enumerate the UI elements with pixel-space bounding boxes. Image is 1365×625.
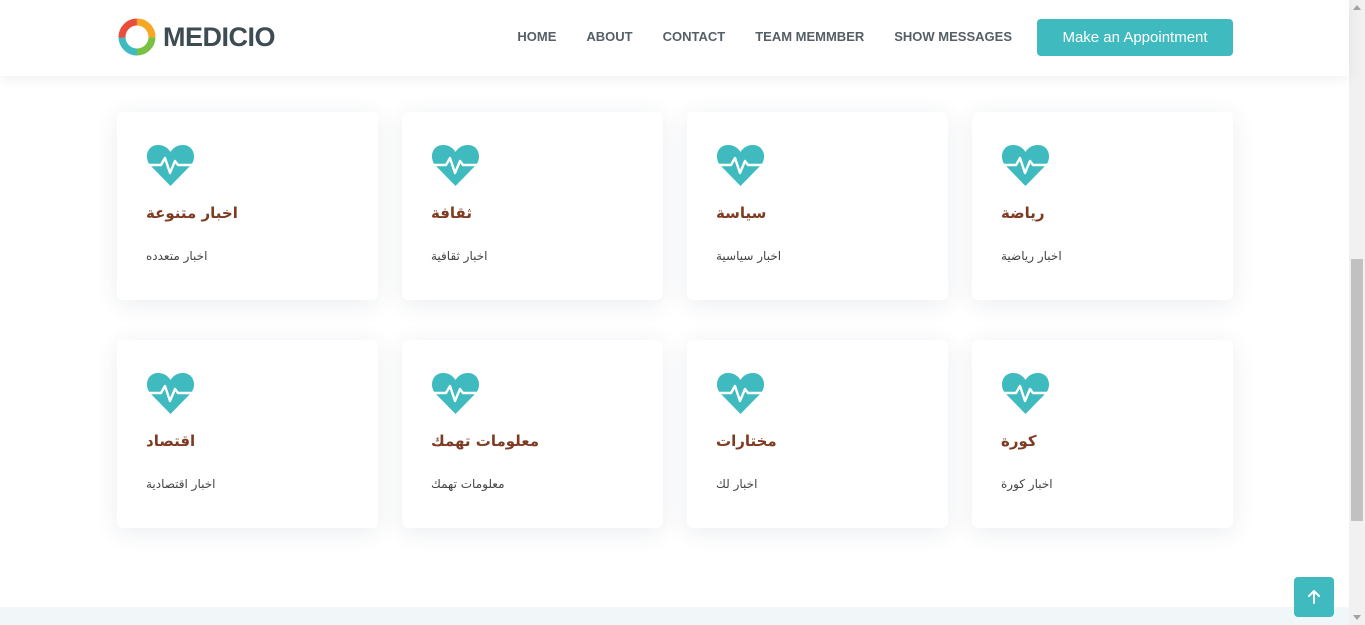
card-description: معلومات تهمك: [431, 477, 505, 491]
category-card[interactable]: مختارات اخبار لك: [687, 340, 948, 528]
scrollbar-thumb[interactable]: [1351, 259, 1363, 521]
card-description: اخبار ثقافية: [431, 249, 488, 263]
card-description: اخبار لك: [716, 477, 758, 491]
scrollbar-down-arrow-icon[interactable]: [1353, 615, 1361, 620]
logo-ring-icon: [118, 18, 156, 56]
category-card[interactable]: رياضة اخبار رياضية: [972, 112, 1233, 300]
main-nav: HOME ABOUT CONTACT TEAM MEMMBER SHOW MES…: [517, 29, 1012, 44]
card-title: سياسة: [716, 204, 767, 222]
make-appointment-button[interactable]: Make an Appointment: [1037, 19, 1233, 56]
arrow-up-icon: [1308, 590, 1320, 604]
heartbeat-icon: [431, 373, 480, 414]
card-title: رياضة: [1001, 204, 1045, 222]
card-title: اقتصاد: [146, 432, 196, 450]
site-header: MEDICIO HOME ABOUT CONTACT TEAM MEMMBER …: [0, 0, 1349, 76]
nav-about[interactable]: ABOUT: [586, 29, 632, 44]
card-title: اخبار متنوعة: [146, 204, 238, 222]
scrollbar-up-arrow-icon[interactable]: [1353, 5, 1361, 10]
brand-logo[interactable]: MEDICIO: [117, 17, 276, 57]
card-title: معلومات تهمك: [431, 432, 540, 450]
card-description: اخبار سياسية: [716, 249, 782, 263]
category-card[interactable]: سياسة اخبار سياسية: [687, 112, 948, 300]
category-card[interactable]: اخبار متنوعة اخبار متعدده: [117, 112, 378, 300]
category-card[interactable]: اقتصاد اخبار اقتصادية: [117, 340, 378, 528]
nav-team-member[interactable]: TEAM MEMMBER: [755, 29, 864, 44]
page-scrollbar[interactable]: [1349, 0, 1365, 625]
card-title: مختارات: [716, 432, 777, 450]
card-description: اخبار اقتصادية: [146, 477, 216, 491]
nav-home[interactable]: HOME: [517, 29, 556, 44]
heartbeat-icon: [146, 145, 195, 186]
heartbeat-icon: [431, 145, 480, 186]
category-cards: اخبار متنوعة اخبار متعدده ثقافة اخبار ثق…: [117, 112, 1233, 528]
nav-contact[interactable]: CONTACT: [663, 29, 726, 44]
heartbeat-icon: [1001, 145, 1050, 186]
heartbeat-icon: [716, 145, 765, 186]
heartbeat-icon: [1001, 373, 1050, 414]
category-card[interactable]: كورة اخبار كورة: [972, 340, 1233, 528]
scroll-to-top-button[interactable]: [1294, 577, 1334, 617]
category-card[interactable]: معلومات تهمك معلومات تهمك: [402, 340, 663, 528]
footer-band: [0, 607, 1349, 625]
card-description: اخبار كورة: [1001, 477, 1053, 491]
heartbeat-icon: [716, 373, 765, 414]
card-title: ثقافة: [431, 204, 472, 222]
card-description: اخبار متعدده: [146, 249, 208, 263]
nav-show-messages[interactable]: SHOW MESSAGES: [894, 29, 1012, 44]
card-title: كورة: [1001, 432, 1037, 450]
heartbeat-icon: [146, 373, 195, 414]
category-card[interactable]: ثقافة اخبار ثقافية: [402, 112, 663, 300]
brand-name: MEDICIO: [163, 21, 276, 52]
card-description: اخبار رياضية: [1001, 249, 1062, 263]
